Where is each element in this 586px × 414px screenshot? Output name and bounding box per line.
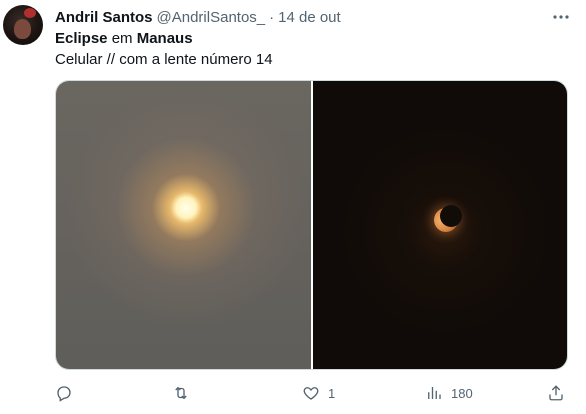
photo-sun[interactable] <box>56 81 311 369</box>
reply-icon <box>57 386 71 402</box>
avatar-accent <box>24 8 36 18</box>
tweet-text-word-em: em <box>107 30 137 47</box>
like-count: 1 <box>328 385 336 401</box>
tweet-text-line-2: Celular // com a lente número 14 <box>55 51 273 68</box>
tweet-text-line-1: Eclipse em Manaus <box>55 29 193 48</box>
tweet-media <box>55 80 568 370</box>
tweet: Andril Santos @AndrilSantos_ · 14 de out… <box>0 0 586 414</box>
tweet-header: Andril Santos @AndrilSantos_ · 14 de out <box>55 8 341 26</box>
share-icon <box>549 385 563 401</box>
header-separator: · <box>269 8 275 26</box>
author-avatar[interactable] <box>3 5 43 45</box>
share-button[interactable] <box>547 382 565 404</box>
views-icon <box>428 387 441 399</box>
author-handle[interactable]: @AndrilSantos_ <box>157 9 266 26</box>
avatar-face <box>14 19 31 39</box>
tweet-text-word-manaus: Manaus <box>136 30 193 47</box>
more-options-button[interactable] <box>550 6 572 28</box>
photo-eclipse[interactable] <box>313 81 567 369</box>
like-button[interactable]: 1 <box>302 382 335 404</box>
heart-icon <box>303 387 319 400</box>
tweet-text-word-eclipse: Eclipse <box>55 30 108 47</box>
retweet-button[interactable] <box>172 382 198 404</box>
eclipse-moon-shadow <box>440 205 462 227</box>
retweet-icon <box>175 386 187 400</box>
views-button[interactable]: 180 <box>425 382 473 404</box>
tweet-actions: 1 180 <box>55 382 575 404</box>
more-horizontal-icon <box>553 15 569 19</box>
author-name[interactable]: Andril Santos <box>55 9 153 26</box>
tweet-timestamp[interactable]: 14 de out <box>278 9 341 26</box>
views-count: 180 <box>451 385 473 401</box>
reply-button[interactable] <box>55 382 81 404</box>
